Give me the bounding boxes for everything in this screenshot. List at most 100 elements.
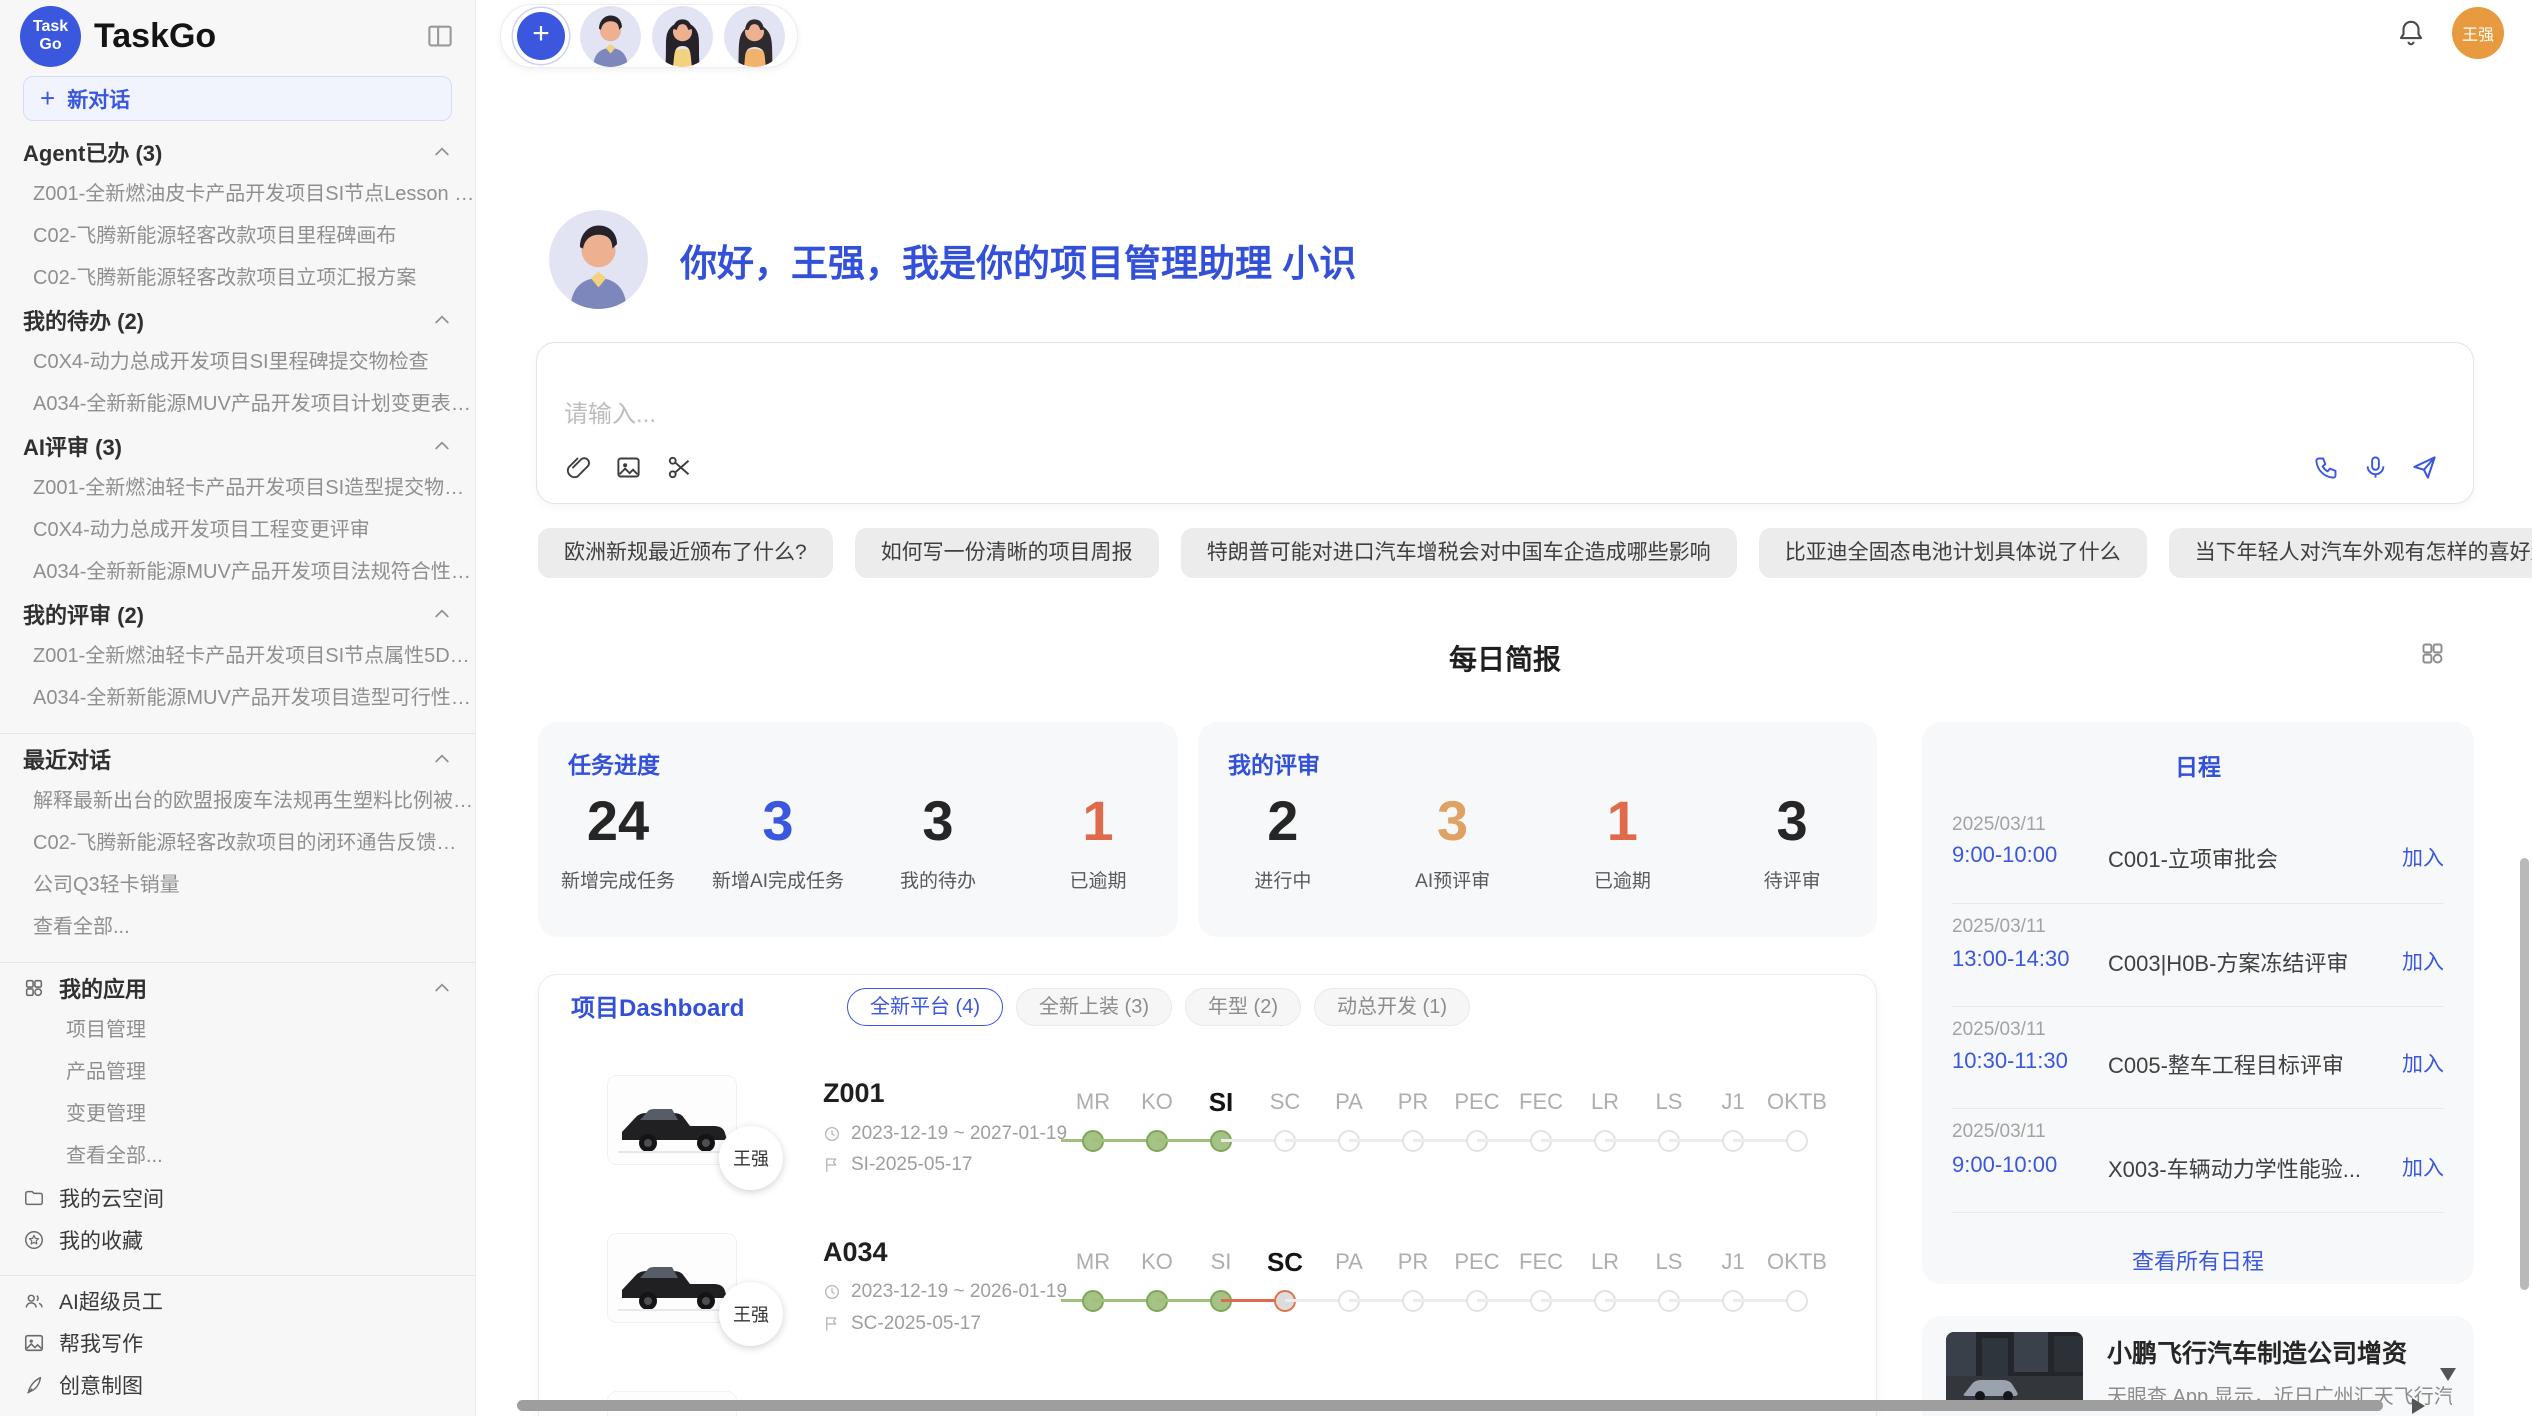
pen-icon (23, 1374, 45, 1396)
chat-input-card (536, 342, 2474, 504)
recent-chat-item[interactable]: 公司Q3轻卡销量 (0, 864, 475, 906)
help-me-write[interactable]: 帮我写作 (0, 1322, 475, 1364)
section-header-my-review[interactable]: 我的评审 (2) (0, 593, 475, 635)
scroll-right-arrow[interactable] (2412, 1398, 2425, 1414)
chevron-up-icon[interactable] (432, 142, 452, 162)
milestone-dot[interactable] (1786, 1290, 1808, 1312)
sidebar-collapse-icon[interactable] (425, 21, 455, 51)
project-code[interactable]: A034 (823, 1237, 888, 1268)
agent-avatar-1[interactable] (580, 6, 641, 67)
sidebar-task-item[interactable]: Z001-全新燃油轻卡产品开发项目SI造型提交物评审 (0, 467, 475, 509)
section-title: AI评审 (3) (23, 430, 122, 462)
agent-avatar-2[interactable] (652, 6, 713, 67)
view-all-schedule-link[interactable]: 查看所有日程 (1922, 1244, 2474, 1276)
app-window: Task Go TaskGo + 新对话 Agent已办 (3) Z001-全新… (0, 0, 2532, 1416)
sidebar-task-item[interactable]: A034-全新新能源MUV产品开发项目计划变更表编写 (0, 383, 475, 425)
join-link[interactable]: 加入 (2402, 842, 2444, 872)
recent-chat-item[interactable]: 解释最新出台的欧盟报废车法规再生塑料比例被调至15%... (0, 780, 475, 822)
vertical-scrollbar[interactable] (2520, 858, 2529, 1290)
paperclip-icon[interactable] (564, 454, 591, 481)
chevron-up-icon[interactable] (432, 749, 452, 769)
help-me-write-label: 帮我写作 (59, 1328, 143, 1358)
phone-icon[interactable] (2313, 454, 2340, 481)
suggestion-chip[interactable]: 当下年轻人对汽车外观有怎样的喜好趋势 (2169, 528, 2532, 578)
recent-chat-view-all[interactable]: 查看全部... (0, 906, 475, 948)
divider (1952, 1006, 2444, 1007)
suggestion-chip[interactable]: 如何写一份清晰的项目周报 (855, 528, 1159, 578)
chevron-up-icon[interactable] (432, 978, 452, 998)
greeting-text: 你好，王强，我是你的项目管理助理 小识 (680, 233, 1356, 287)
recent-chat-item[interactable]: C02-飞腾新能源轻客改款项目的闭环通告反馈情况 (0, 822, 475, 864)
plus-icon: + (40, 83, 55, 114)
suggestion-chip[interactable]: 比亚迪全固态电池计划具体说了什么 (1759, 528, 2147, 578)
sidebar-task-item[interactable]: C02-飞腾新能源轻客改款项目立项汇报方案 (0, 257, 475, 299)
sidebar-task-item[interactable]: C02-飞腾新能源轻客改款项目里程碑画布 (0, 215, 475, 257)
new-chat-button[interactable]: + 新对话 (23, 76, 452, 121)
section-header-agent-done[interactable]: Agent已办 (3) (0, 131, 475, 173)
tab-year-model[interactable]: 年型 (2) (1185, 988, 1301, 1026)
app-item-view-all[interactable]: 查看全部... (0, 1135, 475, 1177)
logo-line1: Task (33, 18, 68, 36)
suggestion-chips: 欧洲新规最近颁布了什么? 如何写一份清晰的项目周报 特朗普可能对进口汽车增税会对… (538, 528, 2532, 578)
send-icon[interactable] (2411, 454, 2438, 481)
milestone-dot[interactable] (1786, 1130, 1808, 1152)
schedule-time: 13:00-14:30 (1952, 946, 2069, 972)
creative-drawing[interactable]: 创意制图 (0, 1364, 475, 1406)
user-avatar[interactable]: 王强 (2452, 7, 2504, 59)
tab-powertrain-dev[interactable]: 动总开发 (1) (1314, 988, 1470, 1026)
app-item-change-mgmt[interactable]: 变更管理 (0, 1093, 475, 1135)
notification-bell-icon[interactable] (2396, 18, 2426, 48)
sidebar-task-item[interactable]: Z001-全新燃油轻卡产品开发项目SI节点属性5D文件评审 (0, 635, 475, 677)
divider (1952, 1108, 2444, 1109)
card-title: 我的评审 (1228, 746, 1320, 780)
scroll-down-arrow[interactable] (2440, 1368, 2456, 1381)
sidebar-task-item[interactable]: A034-全新新能源MUV产品开发项目造型可行性评审 (0, 677, 475, 719)
image-icon[interactable] (615, 454, 642, 481)
app-item-project-mgmt[interactable]: 项目管理 (0, 1009, 475, 1051)
my-favorites[interactable]: 我的收藏 (0, 1219, 475, 1261)
join-link[interactable]: 加入 (2402, 1048, 2444, 1078)
briefing-layout-icon[interactable] (2419, 640, 2446, 667)
schedule-time: 10:30-11:30 (1952, 1048, 2068, 1074)
sidebar-task-item[interactable]: C0X4-动力总成开发项目SI里程碑提交物检查 (0, 341, 475, 383)
horizontal-scrollbar[interactable] (517, 1400, 2383, 1411)
agent-avatar-3[interactable] (724, 6, 785, 67)
my-apps-header[interactable]: 我的应用 (0, 967, 475, 1009)
scissors-icon[interactable] (666, 454, 693, 481)
tab-all-new-platform[interactable]: 全新平台 (4) (847, 988, 1003, 1026)
project-flag-row: SC-2025-05-17 (823, 1313, 981, 1335)
stat-review-overdue: 1已逾期 (1538, 788, 1708, 893)
schedule-date: 2025/03/11 (1952, 1019, 2046, 1041)
suggestion-chip[interactable]: 特朗普可能对进口汽车增税会对中国车企造成哪些影响 (1181, 528, 1737, 578)
logo-row: Task Go TaskGo (0, 0, 475, 72)
card-title: 任务进度 (568, 746, 660, 780)
microphone-icon[interactable] (2362, 454, 2389, 481)
schedule-date: 2025/03/11 (1952, 1121, 2046, 1143)
project-next-milestone: SC-2025-05-17 (851, 1313, 981, 1335)
sidebar-task-item[interactable]: Z001-全新燃油皮卡产品开发项目SI节点Lesson Learn报告 (0, 173, 475, 215)
chevron-up-icon[interactable] (432, 604, 452, 624)
chevron-up-icon[interactable] (432, 310, 452, 330)
tab-all-new-body[interactable]: 全新上装 (3) (1016, 988, 1172, 1026)
section-header-recent-chats[interactable]: 最近对话 (0, 738, 475, 780)
chevron-up-icon[interactable] (432, 436, 452, 456)
sidebar-task-item[interactable]: A034-全新新能源MUV产品开发项目法规符合性评审 (0, 551, 475, 593)
suggestion-chip[interactable]: 欧洲新规最近颁布了什么? (538, 528, 833, 578)
app-item-product-mgmt[interactable]: 产品管理 (0, 1051, 475, 1093)
project-code[interactable]: Z001 (823, 1078, 885, 1109)
section-title: Agent已办 (3) (23, 136, 162, 168)
schedule-event-name: C005-整车工程目标评审 (2108, 1048, 2344, 1080)
sidebar: Task Go TaskGo + 新对话 Agent已办 (3) Z001-全新… (0, 0, 476, 1416)
join-link[interactable]: 加入 (2402, 946, 2444, 976)
image-icon (23, 1332, 45, 1354)
section-header-ai-review[interactable]: AI评审 (3) (0, 425, 475, 467)
add-conversation-button[interactable]: + (517, 12, 565, 60)
join-link[interactable]: 加入 (2402, 1152, 2444, 1182)
clock-icon (823, 1125, 841, 1143)
my-review-card: 我的评审 2进行中 3AI预评审 1已逾期 3待评审 (1198, 722, 1877, 937)
my-cloud-space[interactable]: 我的云空间 (0, 1177, 475, 1219)
sidebar-task-item[interactable]: C0X4-动力总成开发项目工程变更评审 (0, 509, 475, 551)
chat-input[interactable] (564, 401, 1964, 429)
ai-super-staff[interactable]: AI超级员工 (0, 1280, 475, 1322)
section-header-my-todo[interactable]: 我的待办 (2) (0, 299, 475, 341)
